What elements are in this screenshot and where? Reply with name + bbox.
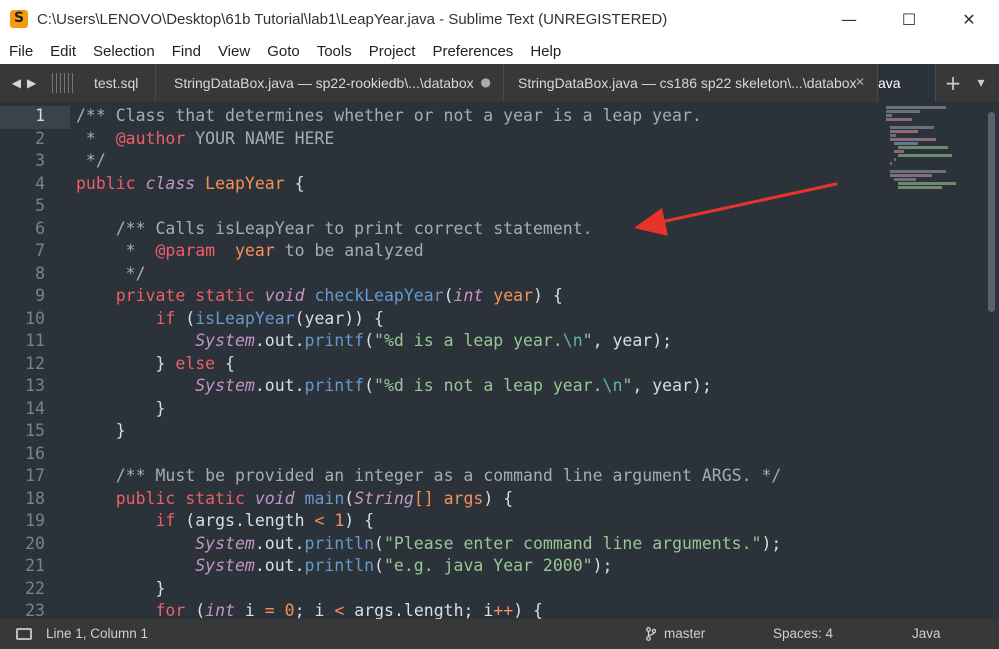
menu-selection[interactable]: Selection: [84, 43, 163, 60]
menu-find[interactable]: Find: [163, 43, 209, 60]
tab-leapyear-java[interactable]: ava: [878, 64, 936, 102]
tab-label: StringDataBox.java — cs186 sp22 skeleton…: [518, 75, 857, 91]
new-tab-button[interactable]: +: [941, 64, 965, 102]
tab-stringdatabox-rookiedb[interactable]: StringDataBox.java — sp22-rookiedb\...\d…: [156, 64, 504, 102]
menu-help[interactable]: Help: [521, 43, 569, 60]
tab-label: StringDataBox.java — sp22-rookiedb\...\d…: [174, 75, 474, 91]
menu-preferences[interactable]: Preferences: [423, 43, 521, 60]
chevron-right-icon[interactable]: ▶: [27, 76, 36, 90]
git-branch[interactable]: master: [646, 626, 705, 641]
tab-list-button[interactable]: ▾: [971, 64, 991, 102]
panel-toggle-icon[interactable]: [16, 628, 32, 640]
tab-navigation: ◀ ▶: [0, 64, 48, 102]
tab-label: test.sql: [94, 75, 139, 91]
close-icon[interactable]: ✕: [855, 75, 865, 89]
tab-overflow-grip[interactable]: [48, 64, 78, 102]
menu-view[interactable]: View: [209, 43, 258, 60]
chevron-left-icon[interactable]: ◀: [12, 76, 21, 90]
unsaved-dot-icon[interactable]: ●: [481, 75, 491, 89]
sublime-text-icon: [10, 10, 28, 28]
menu-file[interactable]: File: [0, 43, 41, 60]
tab-stringdatabox-skeleton[interactable]: StringDataBox.java — cs186 sp22 skeleton…: [504, 64, 878, 102]
maximize-button[interactable]: ☐: [879, 0, 939, 38]
menu-tools[interactable]: Tools: [308, 43, 360, 60]
branch-name: master: [664, 626, 706, 641]
menu-project[interactable]: Project: [360, 43, 424, 60]
indentation-setting[interactable]: Spaces: 4: [773, 626, 833, 641]
menu-bar: File Edit Selection Find View Goto Tools…: [0, 38, 999, 64]
window-controls: — ☐ ✕: [819, 0, 999, 38]
cursor-position[interactable]: Line 1, Column 1: [46, 626, 148, 641]
syntax-setting[interactable]: Java: [912, 626, 941, 641]
code-editor[interactable]: 1 2 3 4 5 6 7 8 9 10 11 12 13 14 15 16 17 18 19 20 21 22 23 /*…: [0, 102, 999, 619]
close-button[interactable]: ✕: [939, 0, 999, 38]
tab-test-sql[interactable]: test.sql: [78, 64, 156, 102]
tab-label: ava: [878, 75, 901, 91]
title-bar: C:\Users\LENOVO\Desktop\61b Tutorial\lab…: [0, 0, 999, 38]
minimize-button[interactable]: —: [819, 0, 879, 38]
menu-goto[interactable]: Goto: [258, 43, 308, 60]
tab-bar: ◀ ▶ test.sql StringDataBox.java — sp22-r…: [0, 64, 999, 102]
menu-edit[interactable]: Edit: [41, 43, 84, 60]
git-branch-icon: [646, 626, 656, 641]
annotation-arrow: [634, 182, 838, 236]
window-title: C:\Users\LENOVO\Desktop\61b Tutorial\lab…: [37, 10, 668, 28]
status-bar: Line 1, Column 1 master Spaces: 4 Java: [0, 619, 999, 649]
